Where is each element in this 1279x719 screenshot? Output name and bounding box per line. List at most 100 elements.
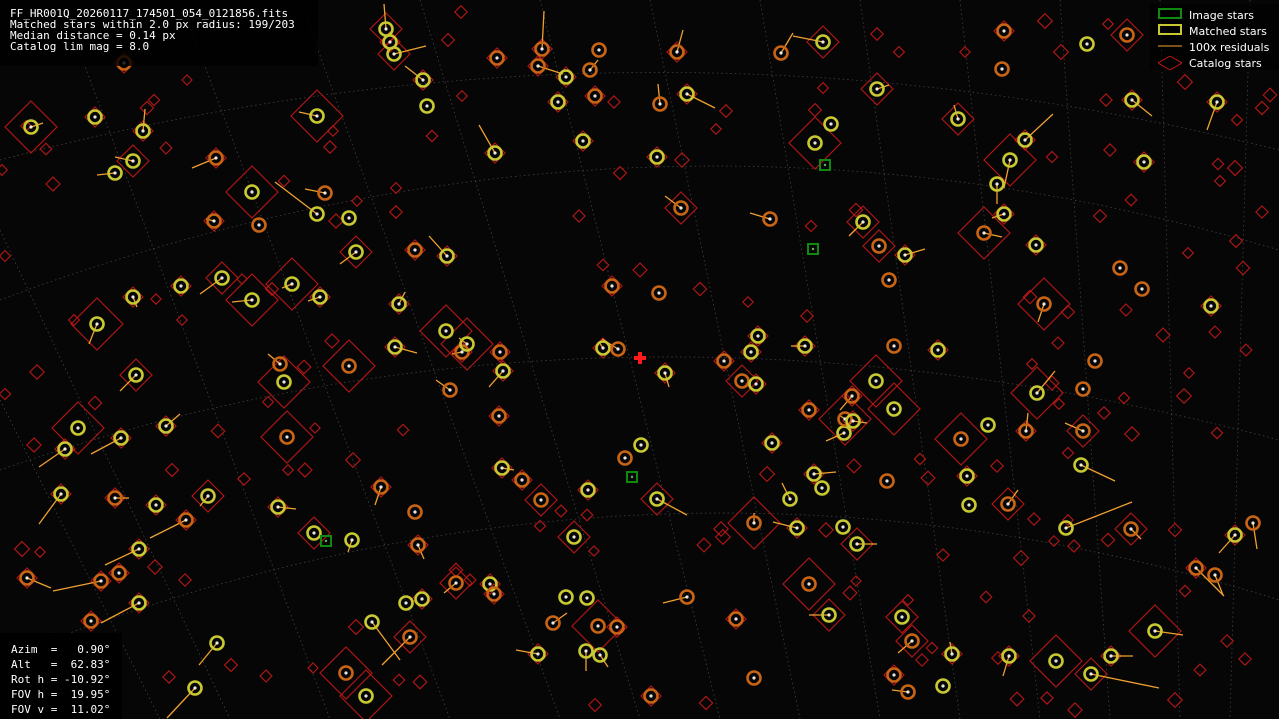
star-core bbox=[312, 531, 316, 535]
catalog-star-marker bbox=[1178, 584, 1192, 598]
star-core bbox=[556, 100, 560, 104]
star-core bbox=[841, 525, 845, 529]
star-core bbox=[420, 597, 424, 601]
catalog-star-marker bbox=[1012, 549, 1030, 567]
star-core bbox=[465, 342, 469, 346]
legend-label-residuals: 100x residuals bbox=[1189, 41, 1270, 54]
legend-item-residuals: 100x residuals bbox=[1150, 39, 1279, 54]
catalog-star-marker bbox=[347, 618, 365, 636]
star-core bbox=[892, 673, 896, 677]
catalog-star-marker bbox=[1100, 532, 1116, 548]
star-core bbox=[1023, 138, 1027, 142]
star-core bbox=[861, 220, 865, 224]
star-core bbox=[734, 617, 738, 621]
star-core bbox=[318, 295, 322, 299]
center-cross-icon bbox=[634, 352, 646, 364]
catalog-star-marker bbox=[1228, 233, 1244, 249]
star-core bbox=[492, 592, 496, 596]
star-core bbox=[752, 676, 756, 680]
catalog-star-marker bbox=[39, 142, 53, 156]
star-core bbox=[488, 582, 492, 586]
star-core bbox=[722, 359, 726, 363]
star-core bbox=[250, 298, 254, 302]
star-core bbox=[823, 163, 827, 167]
catalog-star-marker bbox=[846, 458, 862, 474]
star-core bbox=[498, 350, 502, 354]
residual-line bbox=[813, 471, 837, 475]
star-core bbox=[421, 78, 425, 82]
star-core bbox=[99, 579, 103, 583]
star-core bbox=[1042, 302, 1046, 306]
star-core bbox=[593, 94, 597, 98]
catalog-star-marker bbox=[1167, 522, 1183, 538]
star-core bbox=[788, 497, 792, 501]
residual-line bbox=[274, 181, 318, 215]
star-core bbox=[344, 671, 348, 675]
star-core bbox=[350, 538, 354, 542]
catalog-star-marker bbox=[1051, 336, 1065, 350]
catalog-star-marker bbox=[13, 540, 31, 558]
catalog-star-marker bbox=[959, 46, 971, 58]
catalog-star-marker bbox=[1166, 691, 1184, 709]
catalog-star-marker bbox=[1238, 652, 1252, 666]
star-core bbox=[811, 247, 815, 251]
star-core bbox=[829, 122, 833, 126]
star-core bbox=[596, 624, 600, 628]
catalog-star-marker bbox=[0, 163, 9, 177]
catalog-star-marker bbox=[979, 590, 993, 604]
star-core bbox=[1251, 521, 1255, 525]
catalog-star-marker bbox=[324, 333, 340, 349]
star-core bbox=[493, 151, 497, 155]
star-core bbox=[137, 601, 141, 605]
catalog-star-marker bbox=[388, 204, 404, 220]
star-core bbox=[588, 68, 592, 72]
catalog-star-marker bbox=[1254, 100, 1270, 116]
catalog-star-marker bbox=[709, 122, 723, 136]
star-core bbox=[658, 102, 662, 106]
grid-line bbox=[299, 0, 561, 719]
residual-line bbox=[304, 188, 326, 194]
star-core bbox=[1081, 387, 1085, 391]
star-core bbox=[752, 521, 756, 525]
star-core bbox=[572, 535, 576, 539]
rotation-text: Rot h = -10.92° bbox=[11, 673, 111, 686]
star-core bbox=[1002, 212, 1006, 216]
star-core bbox=[598, 653, 602, 657]
catalog-star-marker bbox=[178, 573, 192, 587]
star-core bbox=[392, 52, 396, 56]
catalog-star-marker bbox=[989, 458, 1005, 474]
catalog-star-marker bbox=[1220, 634, 1234, 648]
star-core bbox=[1125, 33, 1129, 37]
star-core bbox=[1215, 100, 1219, 104]
catalog-star-marker bbox=[698, 695, 714, 711]
image-star-swatch-icon bbox=[1158, 8, 1182, 19]
catalog-star-marker bbox=[150, 293, 162, 305]
star-core bbox=[290, 282, 294, 286]
star-core bbox=[1007, 654, 1011, 658]
catalog-star-marker bbox=[714, 528, 732, 546]
catalog-star-marker bbox=[33, 545, 47, 559]
catalog-star-marker bbox=[842, 585, 858, 601]
catalog-star-marker bbox=[1044, 375, 1060, 391]
altitude-text: Alt = 62.83° bbox=[11, 658, 111, 671]
legend-label-matched-stars: Matched stars bbox=[1189, 25, 1267, 38]
catalog-star-marker bbox=[1213, 174, 1227, 188]
catalog-star-marker bbox=[587, 697, 603, 713]
matched-star-swatch-icon bbox=[1158, 24, 1182, 35]
star-core bbox=[347, 364, 351, 368]
residual-line bbox=[1131, 99, 1153, 117]
catalog-star-marker bbox=[412, 674, 428, 690]
star-core bbox=[315, 114, 319, 118]
star-core bbox=[93, 115, 97, 119]
catalog-star-marker bbox=[223, 657, 239, 673]
star-core bbox=[119, 436, 123, 440]
star-core bbox=[315, 212, 319, 216]
star-core bbox=[397, 302, 401, 306]
catalog-star-marker bbox=[1022, 609, 1036, 623]
catalog-star-marker bbox=[1182, 366, 1196, 380]
star-core bbox=[257, 223, 261, 227]
star-core bbox=[500, 466, 504, 470]
star-core bbox=[756, 334, 760, 338]
star-core bbox=[821, 40, 825, 44]
star-core bbox=[113, 496, 117, 500]
